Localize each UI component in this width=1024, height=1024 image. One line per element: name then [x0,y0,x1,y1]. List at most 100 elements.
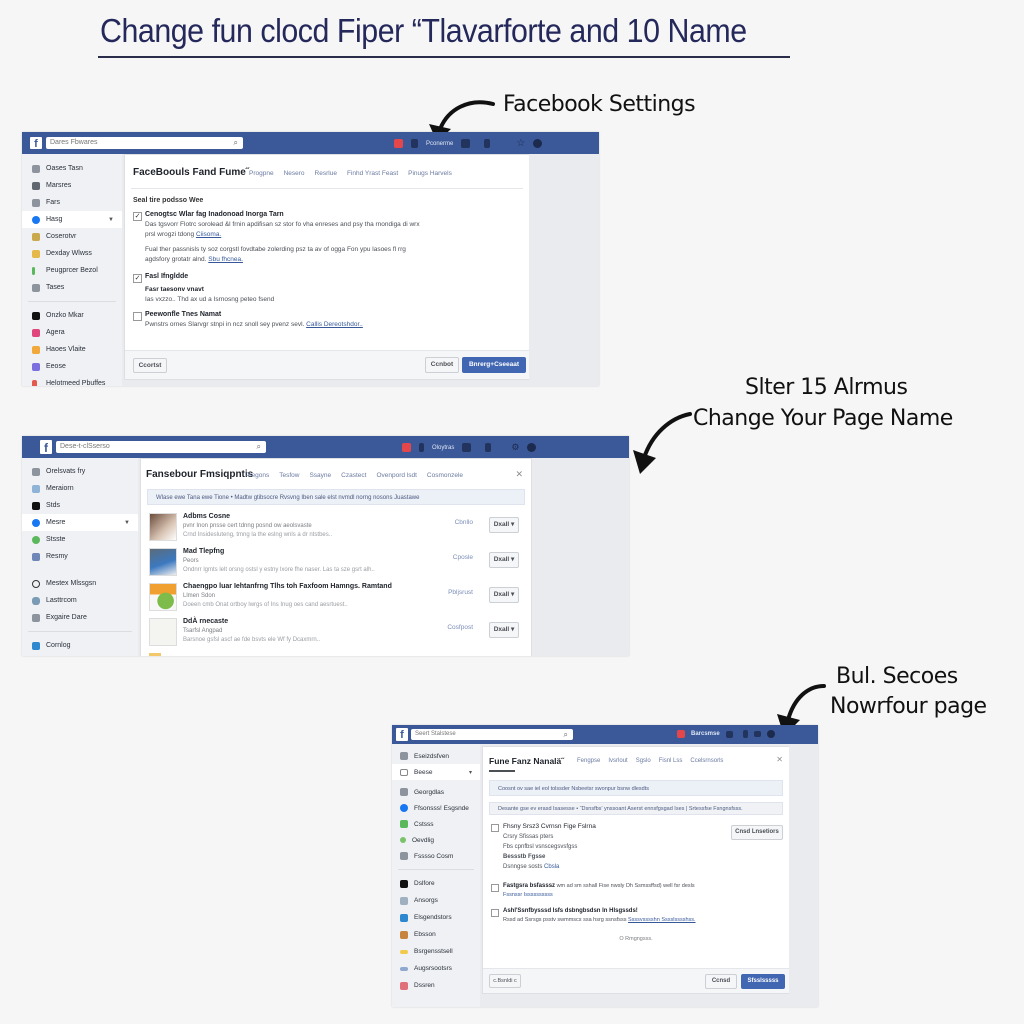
tab[interactable]: Pinugs Harvels [408,170,452,177]
settings-icon[interactable]: ☆ [516,138,525,149]
chevron-down-icon[interactable]: ▼ [124,520,130,526]
tab[interactable]: Cosmonzele [427,472,463,479]
sidebar-item[interactable]: Fars [22,194,122,211]
sidebar-item[interactable]: Fsssso Cosm [392,848,480,864]
sidebar-item[interactable]: Elsgendstors [392,909,480,926]
left-button[interactable]: Ccortst [133,358,167,373]
request-action-dropdown[interactable]: Dxall ▾ [489,517,519,533]
facebook-logo-icon[interactable]: f [396,728,408,741]
sidebar-item[interactable]: Cornlog [22,637,138,654]
friends-icon[interactable] [485,443,492,452]
profile-name[interactable]: Barcsmse [691,731,720,737]
sidebar-item[interactable]: Oases Tasn [22,160,122,177]
tab[interactable]: Finhd Yrast Feast [347,170,398,177]
chevron-down-icon[interactable]: ▼ [108,217,114,223]
search-input[interactable]: Dese-t-clSserso ⌕ [56,441,266,453]
tab[interactable]: Tesfow [279,472,299,479]
search-icon[interactable]: ⌕ [234,137,238,149]
learn-more-link[interactable]: Ciisoma. [196,231,221,238]
sidebar-item[interactable]: Eseizdsfven [392,748,480,764]
request-action-dropdown[interactable]: Dxall ▾ [489,622,519,638]
tab[interactable]: Sgslo [636,758,651,764]
profile-icon[interactable] [419,443,424,452]
cancel-button[interactable]: Ccnsd [705,974,737,989]
tab[interactable]: Ivsrlout [608,758,627,764]
option-link[interactable]: Fssnssr Issssssssss [503,891,773,900]
sidebar-item[interactable]: Exgaire Dare [22,609,138,626]
sidebar-item[interactable]: Dslfore [392,875,480,892]
search-icon[interactable]: ⌕ [564,729,568,740]
option-link[interactable]: Ssssvsssshn Sssslsssshss. [628,917,696,923]
account-icon[interactable] [533,139,543,148]
sidebar-item[interactable]: Resmy [22,548,138,565]
profile-name[interactable]: Oloytras [432,445,454,451]
tab[interactable]: Nesero [284,170,305,177]
checkbox-unchecked[interactable] [133,312,142,321]
sidebar-item[interactable]: Tases [22,279,122,296]
sidebar-item[interactable]: Dexday Wlwss [22,245,122,262]
profile-icon[interactable] [411,139,418,148]
messages-icon[interactable] [462,443,472,452]
sidebar-item[interactable]: Meraiorn [22,480,138,497]
checkbox-checked[interactable]: ✓ [133,212,142,221]
tab[interactable]: Pregons [245,472,269,479]
checkbox-unchecked[interactable] [491,824,499,832]
tab[interactable]: Ovenpord lsdt [376,472,416,479]
account-icon[interactable] [527,443,537,452]
tab[interactable]: Ccelsrnsorls [690,758,723,764]
option-link[interactable]: Cbsla [544,864,559,870]
sidebar-item[interactable]: Ffsonsss! Esgsnde [392,800,480,816]
tab[interactable]: Czastect [341,472,366,479]
sidebar-item[interactable]: Coserotvr [22,228,122,245]
checkbox-checked[interactable]: ✓ [133,274,142,283]
checkbox-unchecked[interactable] [491,909,499,917]
sidebar-item[interactable]: Orelsvats fry [22,463,138,480]
account-icon[interactable] [766,730,775,738]
tab[interactable]: Progpne [249,170,274,177]
sidebar-item[interactable]: Stsste [22,531,138,548]
check-availability-button[interactable]: Cnsd Lnsetiors [731,825,783,840]
tab[interactable]: Fengpse [577,758,600,764]
request-action-dropdown[interactable]: Dxall ▾ [489,552,519,568]
search-input[interactable]: Seert Stalstese ⌕ [411,729,573,740]
facebook-logo-icon[interactable]: f [30,137,42,150]
profile-name[interactable]: Pconerme [426,141,453,147]
left-button[interactable]: c.Bsnldi c [489,974,521,988]
messages-icon[interactable] [725,730,733,738]
save-button[interactable]: Sfsslsssss [741,974,785,989]
sidebar-item[interactable]: Ansorgs [392,892,480,909]
search-input[interactable]: Dares Fbwares ⌕ [46,137,243,149]
tab[interactable]: Ssayne [309,472,331,479]
sidebar-item[interactable]: Agera [22,324,122,341]
request-action-dropdown[interactable]: Dxall ▾ [489,587,519,603]
checkbox-unchecked[interactable] [491,884,499,892]
notification-icon[interactable] [394,139,403,148]
sidebar-item[interactable]: Marsres [22,177,122,194]
sidebar-item[interactable]: Mestex Mlssgsn [22,575,138,592]
search-icon[interactable]: ⌕ [257,441,261,453]
friends-icon[interactable] [484,139,491,148]
sidebar-item[interactable]: Dssren [392,977,480,994]
facebook-logo-icon[interactable]: f [40,440,52,455]
sidebar-item[interactable]: Ebsson [392,926,480,943]
chevron-down-icon[interactable]: ▾ [469,769,472,776]
notification-icon[interactable] [677,730,685,738]
sidebar-item[interactable]: Peugprcer Bezol [22,262,122,279]
messages-icon[interactable] [461,139,471,148]
sidebar-item[interactable]: Oevdlig [392,832,480,848]
sidebar-item[interactable]: Haoes Vlaite [22,341,122,358]
sidebar-item-active[interactable]: Beese ▾ [392,764,480,780]
close-icon[interactable]: ✕ [776,755,783,764]
save-changes-button[interactable]: Bnrerg+Cseeaat [462,357,526,373]
notification-icon[interactable] [402,443,411,452]
cancel-button[interactable]: Ccnbot [425,357,459,373]
tab[interactable]: Resrlue [315,170,337,177]
sidebar-item[interactable]: Lasttrcom [22,592,138,609]
sidebar-item[interactable]: Stds [22,497,138,514]
sidebar-item[interactable]: Augsrsootsrs [392,960,480,977]
sidebar-item-active[interactable]: Mesre ▼ [22,514,138,531]
sidebar-item[interactable]: Eeose [22,358,122,375]
learn-more-link[interactable]: Sbu fhcnea. [208,256,243,263]
close-icon[interactable]: ✕ [515,469,523,480]
sidebar-item-active[interactable]: Hasg ▼ [22,211,122,228]
